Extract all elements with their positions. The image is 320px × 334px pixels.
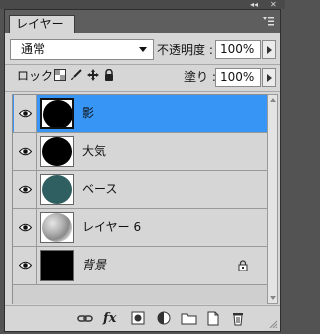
- visibility-toggle[interactable]: [14, 171, 37, 208]
- layer-list: 影 大気 ベース レイヤー 6 背景: [12, 94, 268, 304]
- visibility-toggle[interactable]: [14, 133, 37, 170]
- lock-icon: [238, 260, 248, 271]
- visibility-toggle[interactable]: [14, 247, 37, 284]
- eye-icon: [19, 109, 32, 118]
- panel-tab-bar: レイヤー: [5, 10, 280, 33]
- scroll-down-icon[interactable]: [270, 296, 276, 300]
- delete-icon[interactable]: [230, 311, 246, 326]
- layer-row[interactable]: レイヤー 6: [13, 209, 268, 247]
- eye-icon: [19, 185, 32, 194]
- opacity-input[interactable]: 100%: [215, 40, 261, 59]
- layer-row[interactable]: 背景: [13, 247, 268, 285]
- eye-icon: [19, 147, 32, 156]
- layers-panel: レイヤー 通常 不透明度 : 100% ロック : 塗り : 100% 影 大気…: [4, 9, 281, 332]
- visibility-toggle[interactable]: [14, 95, 37, 132]
- layer-name[interactable]: レイヤー 6: [82, 220, 141, 234]
- lock-position-icon[interactable]: [87, 69, 99, 81]
- scroll-up-icon[interactable]: [270, 98, 276, 102]
- layer-name[interactable]: ベース: [82, 182, 117, 196]
- new-group-icon[interactable]: [181, 311, 197, 326]
- link-layers-icon[interactable]: [77, 311, 93, 326]
- layer-row[interactable]: ベース: [13, 171, 268, 209]
- chevron-down-icon: [139, 47, 147, 52]
- divider: [5, 91, 280, 92]
- panel-footer: fx: [5, 305, 280, 331]
- eye-icon: [19, 261, 32, 270]
- lock-image-pixels-icon[interactable]: [70, 69, 82, 81]
- tab-layers[interactable]: レイヤー: [9, 15, 75, 33]
- fill-slider-button[interactable]: [262, 68, 276, 87]
- layer-name[interactable]: 影: [82, 106, 94, 120]
- layer-name[interactable]: 背景: [82, 258, 106, 272]
- adjustment-layer-icon[interactable]: [156, 311, 172, 326]
- lock-all-icon[interactable]: [103, 69, 115, 81]
- eye-icon: [19, 223, 32, 232]
- layer-list-scrollbar[interactable]: [267, 94, 278, 304]
- window-top-bar: ◂◂ ✕: [0, 0, 285, 9]
- fill-input[interactable]: 100%: [215, 68, 261, 87]
- visibility-toggle[interactable]: [14, 209, 37, 246]
- opacity-label: 不透明度 :: [157, 43, 213, 57]
- opacity-slider-button[interactable]: [262, 40, 276, 59]
- close-icon[interactable]: ✕: [270, 0, 277, 9]
- collapse-icon[interactable]: ◂◂: [250, 0, 258, 9]
- layer-thumbnail: [40, 136, 74, 167]
- layer-thumbnail: [40, 174, 74, 205]
- blend-mode-value: 通常: [21, 42, 46, 56]
- layer-thumbnail: [40, 212, 74, 243]
- lock-transparent-pixels-icon[interactable]: [54, 69, 66, 81]
- layer-name[interactable]: 大気: [82, 144, 106, 158]
- layer-thumbnail: [40, 98, 74, 129]
- add-mask-icon[interactable]: [130, 311, 146, 326]
- fill-label: 塗り :: [184, 70, 216, 84]
- new-layer-icon[interactable]: [205, 311, 221, 326]
- layer-row[interactable]: 影: [13, 95, 268, 133]
- panel-menu-icon[interactable]: [263, 17, 274, 26]
- layer-thumbnail: [40, 250, 74, 281]
- divider: [5, 64, 280, 65]
- blend-mode-select[interactable]: 通常: [10, 39, 154, 60]
- resize-grip-icon[interactable]: [269, 320, 278, 329]
- layer-row[interactable]: 大気: [13, 133, 268, 171]
- fx-icon[interactable]: fx: [103, 311, 119, 326]
